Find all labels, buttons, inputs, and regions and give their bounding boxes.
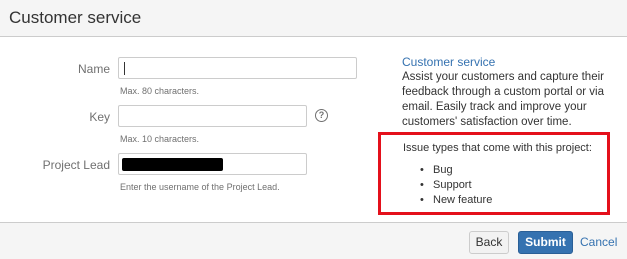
project-type-title: Customer service	[402, 55, 496, 69]
back-button[interactable]: Back	[469, 231, 509, 254]
submit-button[interactable]: Submit	[518, 231, 573, 254]
question-circle-icon[interactable]: ?	[315, 109, 328, 122]
key-hint: Max. 10 characters.	[120, 134, 200, 144]
project-lead-label: Project Lead	[42, 158, 110, 172]
text-caret	[124, 62, 125, 75]
key-label: Key	[89, 110, 110, 124]
dialog-title: Customer service	[9, 8, 142, 27]
project-type-description: Assist your customers and capture their …	[402, 71, 605, 128]
name-input[interactable]	[118, 57, 357, 79]
name-label: Name	[77, 62, 110, 76]
dialog-header: Customer service	[0, 0, 627, 37]
project-lead-hint: Enter the username of the Project Lead.	[120, 182, 280, 192]
project-lead-input[interactable]	[118, 153, 307, 175]
redacted-username	[122, 158, 223, 171]
issue-type-item: Bug	[420, 163, 492, 178]
cancel-link[interactable]: Cancel	[580, 235, 617, 249]
dialog-footer: Back Submit Cancel	[0, 222, 627, 259]
key-input[interactable]	[118, 105, 307, 127]
issue-type-item: New feature	[420, 193, 492, 208]
issue-type-item: Support	[420, 178, 492, 193]
issue-types-heading: Issue types that come with this project:	[403, 142, 592, 154]
name-hint: Max. 80 characters.	[120, 86, 200, 96]
issue-types-list: Bug Support New feature	[420, 163, 492, 208]
